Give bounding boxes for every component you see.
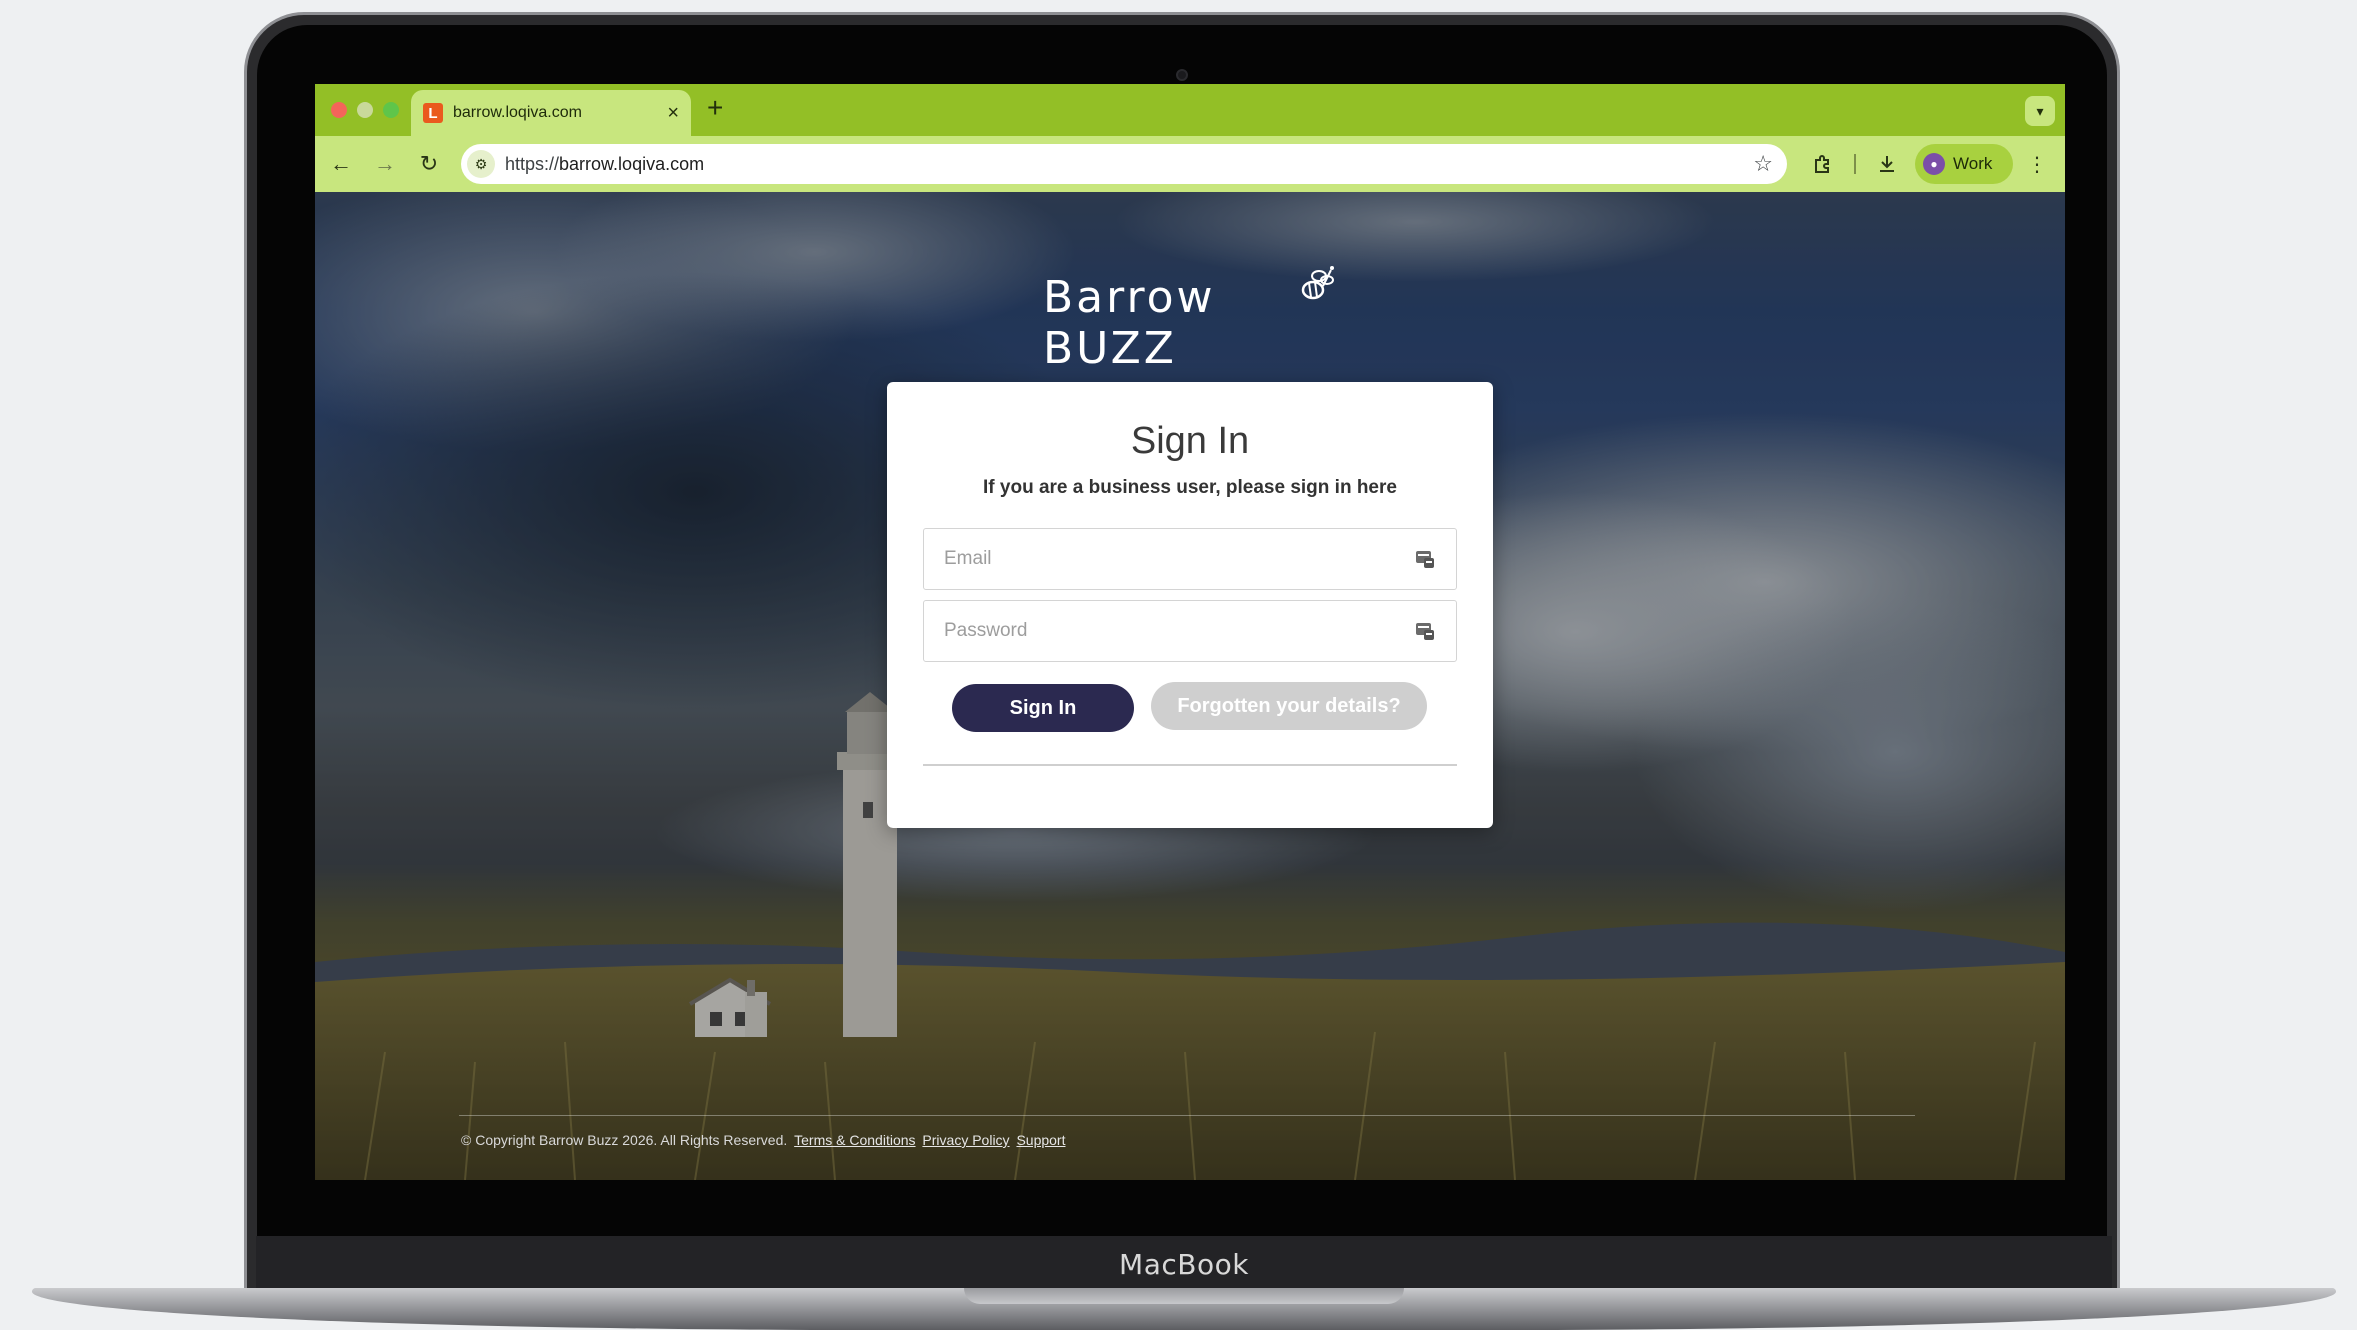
support-link[interactable]: Support	[1016, 1132, 1065, 1148]
tab-strip: L barrow.loqiva.com × + ▾	[315, 84, 2065, 136]
downloads-button[interactable]	[1871, 148, 1903, 180]
forward-button[interactable]: →	[367, 146, 403, 182]
window-controls	[331, 102, 399, 118]
footer: © Copyright Barrow Buzz 2026. All Rights…	[461, 1132, 1066, 1148]
back-button[interactable]: ←	[323, 146, 359, 182]
browser-toolbar: ← → ↻ ⚙ https://barrow.loqiva.com ☆ ● Wo…	[315, 136, 2065, 192]
email-input[interactable]	[944, 548, 1414, 570]
footer-divider	[459, 1115, 1915, 1116]
maximize-window-button[interactable]	[383, 102, 399, 118]
arrow-right-icon: →	[374, 151, 396, 176]
kebab-menu-icon: ⋮	[2027, 153, 2047, 176]
profile-label: Work	[1953, 154, 1993, 173]
autofill-icon[interactable]	[1414, 620, 1436, 642]
browser-menu-button[interactable]: ⋮	[2021, 148, 2053, 180]
device-label: MacBook	[1119, 1247, 1249, 1281]
site-logo[interactable]: Barrow BUZZ	[1043, 262, 1343, 374]
reload-icon: ↻	[419, 151, 439, 176]
avatar: ●	[1923, 153, 1945, 175]
reload-button[interactable]: ↻	[411, 146, 447, 182]
profile-button[interactable]: ● Work	[1915, 144, 2013, 184]
address-bar[interactable]: ⚙ https://barrow.loqiva.com ☆	[461, 144, 1787, 184]
puzzle-icon	[1815, 155, 1829, 173]
close-window-button[interactable]	[331, 102, 347, 118]
favicon-icon: L	[423, 103, 443, 123]
terms-link[interactable]: Terms & Conditions	[794, 1132, 915, 1148]
close-tab-icon[interactable]: ×	[667, 102, 679, 125]
forgot-details-button[interactable]: Forgotten your details?	[1151, 682, 1427, 730]
password-input[interactable]	[944, 620, 1414, 642]
minimize-window-button[interactable]	[357, 102, 373, 118]
tab-title: barrow.loqiva.com	[453, 104, 582, 121]
new-tab-button[interactable]: +	[707, 92, 723, 124]
sign-in-button[interactable]: Sign In	[952, 684, 1134, 732]
sign-in-title: Sign In	[1130, 420, 1250, 462]
copyright-text: © Copyright Barrow Buzz 2026. All Rights…	[461, 1132, 788, 1148]
sign-in-subtitle: If you are a business user, please sign …	[983, 477, 1397, 498]
privacy-link[interactable]: Privacy Policy	[922, 1132, 1009, 1148]
screen: L barrow.loqiva.com × + ▾ ← → ↻ ⚙ https:…	[315, 84, 2065, 1180]
extensions-button[interactable]	[1807, 148, 1839, 180]
browser-tab[interactable]: L barrow.loqiva.com ×	[411, 90, 691, 136]
toolbar-divider	[1854, 154, 1856, 174]
bookmark-star-icon[interactable]: ☆	[1753, 151, 1773, 177]
download-icon	[1880, 156, 1894, 172]
bee-icon	[1301, 266, 1334, 300]
autofill-icon[interactable]	[1414, 548, 1436, 570]
url-scheme: https://	[505, 153, 560, 174]
tab-search-button[interactable]: ▾	[2025, 96, 2055, 126]
web-page: Barrow BUZZ Sign In If you are a busines…	[315, 192, 2065, 1180]
url-text[interactable]: https://barrow.loqiva.com	[505, 154, 1753, 175]
laptop-chin: MacBook	[256, 1236, 2112, 1292]
card-divider	[923, 764, 1457, 766]
password-field[interactable]	[923, 600, 1457, 662]
site-settings-icon[interactable]: ⚙	[467, 150, 495, 178]
email-field[interactable]	[923, 528, 1457, 590]
url-host: barrow.loqiva.com	[559, 153, 705, 174]
camera	[1176, 69, 1188, 81]
laptop-base-notch	[964, 1288, 1404, 1304]
arrow-left-icon: ←	[330, 151, 352, 176]
chevron-down-icon: ▾	[2036, 102, 2044, 119]
sign-in-card: Sign In If you are a business user, plea…	[887, 382, 1493, 828]
